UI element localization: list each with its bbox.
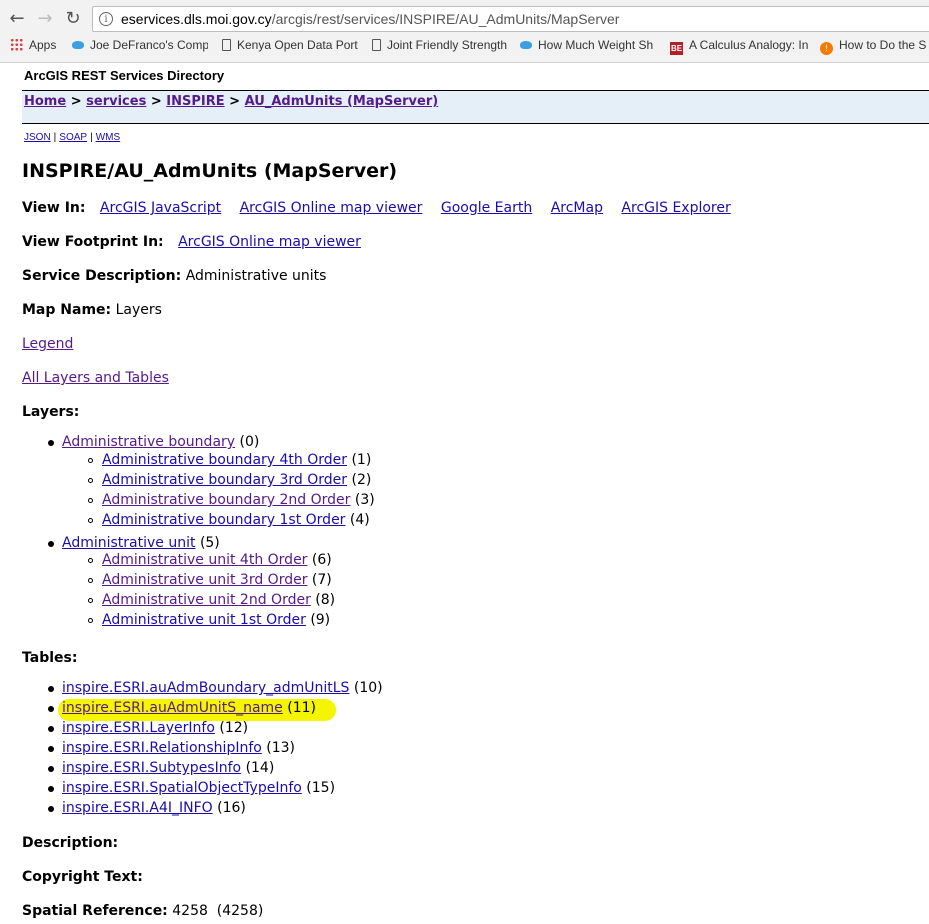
table-link[interactable]: inspire.ESRI.SpatialObjectTypeInfo [62,780,302,796]
apps-grid-icon [10,38,23,51]
back-arrow-icon[interactable]: ← [6,8,28,30]
all-layers-row: All Layers and Tables [22,370,183,386]
view-in-arcgis-explorer[interactable]: ArcGIS Explorer [621,200,730,216]
forward-arrow-icon[interactable]: → [34,8,56,30]
page-title: INSPIRE/AU_AdmUnits (MapServer) [22,160,398,182]
bookmark-2[interactable]: Kenya Open Data Port [222,38,362,52]
view-in-arcgis-online[interactable]: ArcGIS Online map viewer [240,200,423,216]
list-item: Administrative unit 4th Order (6) [88,552,332,568]
bookmark-apps[interactable]: Apps [10,38,56,52]
address-bar[interactable]: i eservices.dls.moi.gov.cy/arcgis/rest/s… [92,6,929,32]
all-layers-link[interactable]: All Layers and Tables [22,370,169,386]
layer-link[interactable]: Administrative unit 2nd Order [102,592,311,608]
page-icon [372,39,381,51]
list-item: Administrative unit 3rd Order (7) [88,572,332,588]
list-item: Administrative boundary (0) [48,434,259,450]
directory-title: ArcGIS REST Services Directory [24,68,225,83]
soap-link[interactable]: SOAP [59,132,87,143]
list-item: inspire.ESRI.SpatialObjectTypeInfo (15) [48,780,335,796]
format-links: JSON | SOAP | WMS [24,132,121,143]
list-item: inspire.ESRI.auAdmBoundary_admUnitLS (10… [48,680,383,696]
list-item: Administrative boundary 2nd Order (3) [88,492,375,508]
list-item: Administrative boundary 4th Order (1) [88,452,371,468]
list-item: inspire.ESRI.auAdmUnitS_name (11) [48,700,316,716]
layer-link[interactable]: Administrative boundary 2nd Order [102,492,350,508]
bookmark-4[interactable]: How Much Weight Sh [520,38,660,52]
map-name-row: Map Name: Layers [22,302,162,318]
page-icon [222,39,231,51]
layer-link[interactable]: Administrative boundary 3rd Order [102,472,347,488]
be-badge-icon: BE [670,42,683,55]
legend-row: Legend [22,336,87,352]
url-text[interactable]: eservices.dls.moi.gov.cy/arcgis/rest/ser… [121,11,619,27]
view-in-google-earth[interactable]: Google Earth [441,200,532,216]
breadcrumb-inspire[interactable]: INSPIRE [166,94,224,109]
bookmark-1[interactable]: Joe DeFranco's Comp [72,38,208,52]
legend-link[interactable]: Legend [22,336,73,352]
view-footprint-link[interactable]: ArcGIS Online map viewer [178,234,361,250]
list-item: Administrative boundary 1st Order (4) [88,512,370,528]
bookmark-6[interactable]: ! How to Do the S [820,38,929,55]
bookmarks-bar: Apps Joe DeFranco's Comp Kenya Open Data… [0,36,929,58]
list-item: Administrative unit (5) [48,535,220,551]
view-in-row: View In: ArcGIS JavaScript ArcGIS Online… [22,200,731,216]
layer-link[interactable]: Administrative boundary [62,434,235,450]
spatial-reference-row: Spatial Reference: 4258 (4258) [22,903,264,919]
info-icon[interactable]: i [99,12,113,26]
breadcrumb-home[interactable]: Home [24,94,66,109]
layer-link[interactable]: Administrative unit 4th Order [102,552,307,568]
bookmark-5[interactable]: BE A Calculus Analogy: In [670,38,810,55]
layers-heading: Layers: [22,404,80,420]
layer-link[interactable]: Administrative boundary 1st Order [102,512,345,528]
list-item: Administrative unit 2nd Order (8) [88,592,335,608]
list-item: Administrative boundary 3rd Order (2) [88,472,371,488]
orange-circle-icon: ! [820,42,833,55]
layer-link[interactable]: Administrative boundary 4th Order [102,452,347,468]
service-description-row: Service Description: Administrative unit… [22,268,327,284]
tables-heading: Tables: [22,650,78,666]
table-link[interactable]: inspire.ESRI.RelationshipInfo [62,740,262,756]
list-item: inspire.ESRI.SubtypesInfo (14) [48,760,274,776]
list-item: inspire.ESRI.LayerInfo (12) [48,720,248,736]
table-link[interactable]: inspire.ESRI.auAdmBoundary_admUnitLS [62,680,349,696]
table-link[interactable]: inspire.ESRI.auAdmUnitS_name [62,700,283,716]
cloud-icon [72,41,84,49]
view-footprint-row: View Footprint In: ArcGIS Online map vie… [22,234,361,250]
json-link[interactable]: JSON [24,132,51,143]
view-in-arcgis-javascript[interactable]: ArcGIS JavaScript [100,200,221,216]
view-in-arcmap[interactable]: ArcMap [551,200,603,216]
breadcrumb: Home > services > INSPIRE > AU_AdmUnits … [22,90,929,124]
copyright-row: Copyright Text: [22,869,143,885]
breadcrumb-services[interactable]: services [86,94,146,109]
bookmark-3[interactable]: Joint Friendly Strength [372,38,510,52]
table-link[interactable]: inspire.ESRI.SubtypesInfo [62,760,241,776]
list-item: Administrative unit 1st Order (9) [88,612,330,628]
wms-link[interactable]: WMS [96,132,120,143]
reload-icon[interactable]: ↻ [62,8,84,30]
layer-link[interactable]: Administrative unit 3rd Order [102,572,307,588]
description-row: Description: [22,835,119,851]
list-item: inspire.ESRI.RelationshipInfo (13) [48,740,295,756]
layer-link[interactable]: Administrative unit [62,535,195,551]
layer-link[interactable]: Administrative unit 1st Order [102,612,306,628]
list-item: inspire.ESRI.A4I_INFO (16) [48,800,246,816]
table-link[interactable]: inspire.ESRI.LayerInfo [62,720,215,736]
cloud-icon [520,41,532,49]
breadcrumb-mapserver[interactable]: AU_AdmUnits (MapServer) [245,94,439,109]
browser-chrome: ← → ↻ i eservices.dls.moi.gov.cy/arcgis/… [0,0,929,63]
table-link[interactable]: inspire.ESRI.A4I_INFO [62,800,213,816]
